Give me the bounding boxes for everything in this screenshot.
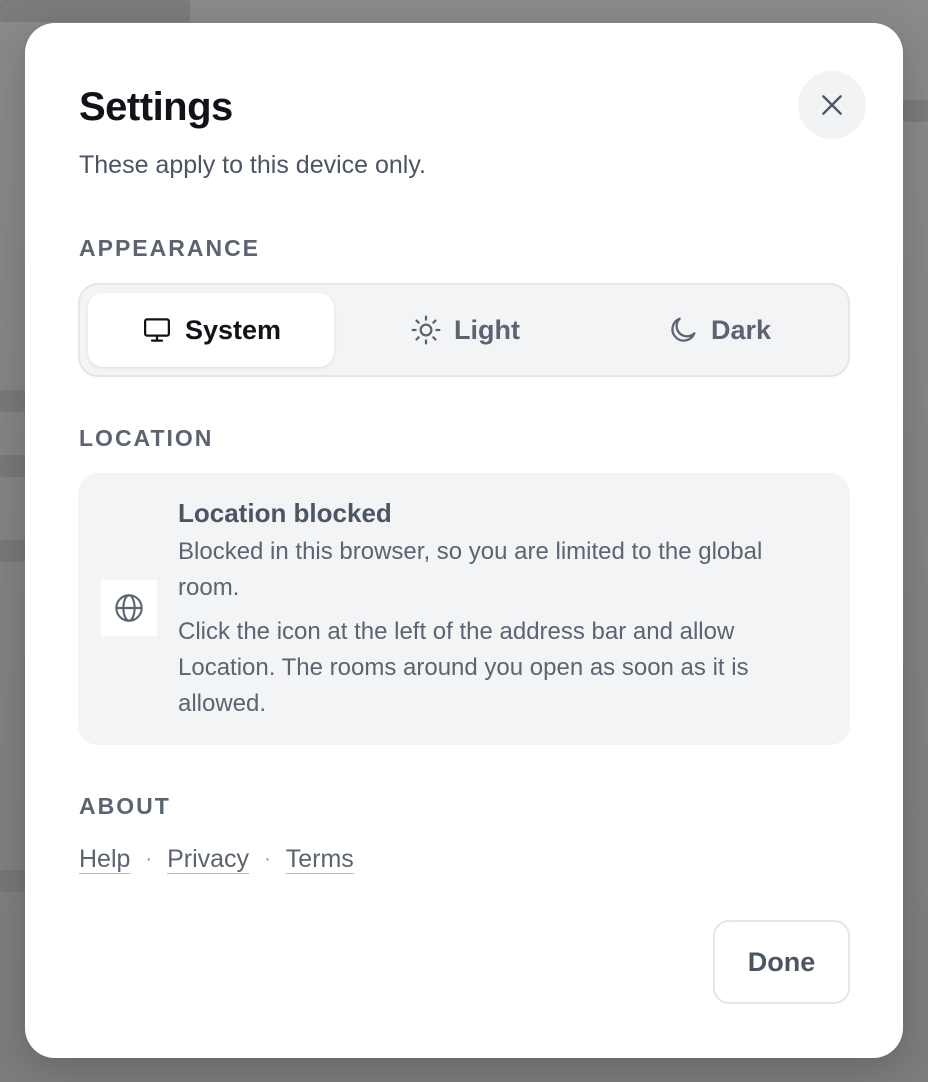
terms-link[interactable]: Terms: [286, 845, 354, 874]
appearance-option-light[interactable]: Light: [342, 293, 588, 367]
appearance-option-dark[interactable]: Dark: [596, 293, 842, 367]
privacy-link[interactable]: Privacy: [167, 845, 249, 874]
location-status-title: Location blocked: [178, 498, 392, 528]
appearance-option-label: System: [184, 314, 282, 345]
location-instructions-text: Click the icon at the left of the addres…: [178, 618, 749, 717]
about-links: Help · Privacy · Terms: [79, 845, 354, 874]
location-status-text: Blocked in this browser, so you are limi…: [178, 538, 763, 601]
sun-icon: [411, 315, 441, 345]
background-content: [0, 870, 25, 892]
globe-icon: [115, 594, 143, 622]
link-separator: ·: [264, 848, 271, 870]
help-link[interactable]: Help: [79, 845, 130, 874]
location-icon-box: [101, 580, 157, 636]
appearance-segmented-control: System Light Dark: [78, 283, 850, 377]
close-button[interactable]: [798, 71, 866, 139]
location-status-card: Location blocked Blocked in this browser…: [78, 473, 850, 745]
settings-dialog: Settings These apply to this device only…: [25, 23, 903, 1058]
background-content: [0, 455, 25, 477]
close-icon: [822, 95, 842, 115]
location-section-label: LOCATION: [79, 425, 214, 451]
appearance-option-system[interactable]: System: [88, 293, 334, 367]
appearance-option-label: Dark: [710, 314, 772, 345]
background-content: [0, 540, 25, 562]
dialog-subtitle: These apply to this device only.: [79, 151, 426, 179]
appearance-option-label: Light: [454, 314, 520, 345]
link-separator: ·: [145, 848, 153, 870]
dialog-title: Settings: [79, 85, 233, 129]
about-section-label: ABOUT: [79, 793, 171, 819]
background-content: [903, 100, 928, 122]
background-content: [0, 0, 190, 22]
moon-icon: [671, 317, 696, 342]
done-button[interactable]: Done: [713, 920, 850, 1004]
background-content: [0, 390, 25, 412]
monitor-icon: [143, 318, 170, 342]
appearance-section-label: APPEARANCE: [79, 235, 261, 261]
